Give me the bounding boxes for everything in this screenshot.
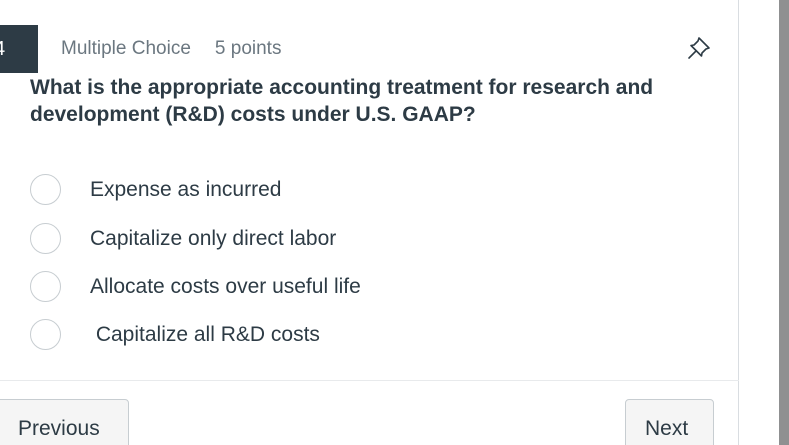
question-number-badge: 4: [0, 25, 38, 73]
question-text: What is the appropriate accounting treat…: [30, 76, 654, 126]
answer-label: Allocate costs over useful life: [90, 275, 361, 298]
page-gutter: [740, 0, 778, 445]
answer-option-3[interactable]: Allocate costs over useful life: [28, 266, 668, 306]
question-card: 4 Multiple Choice 5 points What is the ap…: [0, 0, 739, 445]
next-button[interactable]: Next: [625, 399, 714, 445]
radio-button[interactable]: [30, 174, 61, 205]
radio-button[interactable]: [30, 223, 61, 254]
question-points: 5 points: [214, 38, 282, 59]
scrollbar[interactable]: [779, 0, 789, 445]
question-type: Multiple Choice: [61, 38, 191, 59]
pin-icon[interactable]: [684, 33, 714, 63]
footer-divider: [0, 380, 739, 381]
previous-button[interactable]: Previous: [0, 399, 129, 445]
pin-icon-graphic: [688, 37, 710, 59]
answer-option-1[interactable]: Expense as incurred: [28, 169, 668, 209]
radio-button[interactable]: [30, 271, 61, 302]
answer-label: Capitalize only direct labor: [90, 227, 337, 250]
answer-option-2[interactable]: Capitalize only direct labor: [28, 218, 668, 258]
answer-option-4[interactable]: Capitalize all R&D costs: [28, 314, 668, 354]
question-meta: Multiple Choice 5 points: [61, 38, 281, 60]
answer-label: Expense as incurred: [90, 178, 282, 201]
answer-label: Capitalize all R&D costs: [90, 323, 320, 346]
radio-button[interactable]: [30, 319, 61, 350]
